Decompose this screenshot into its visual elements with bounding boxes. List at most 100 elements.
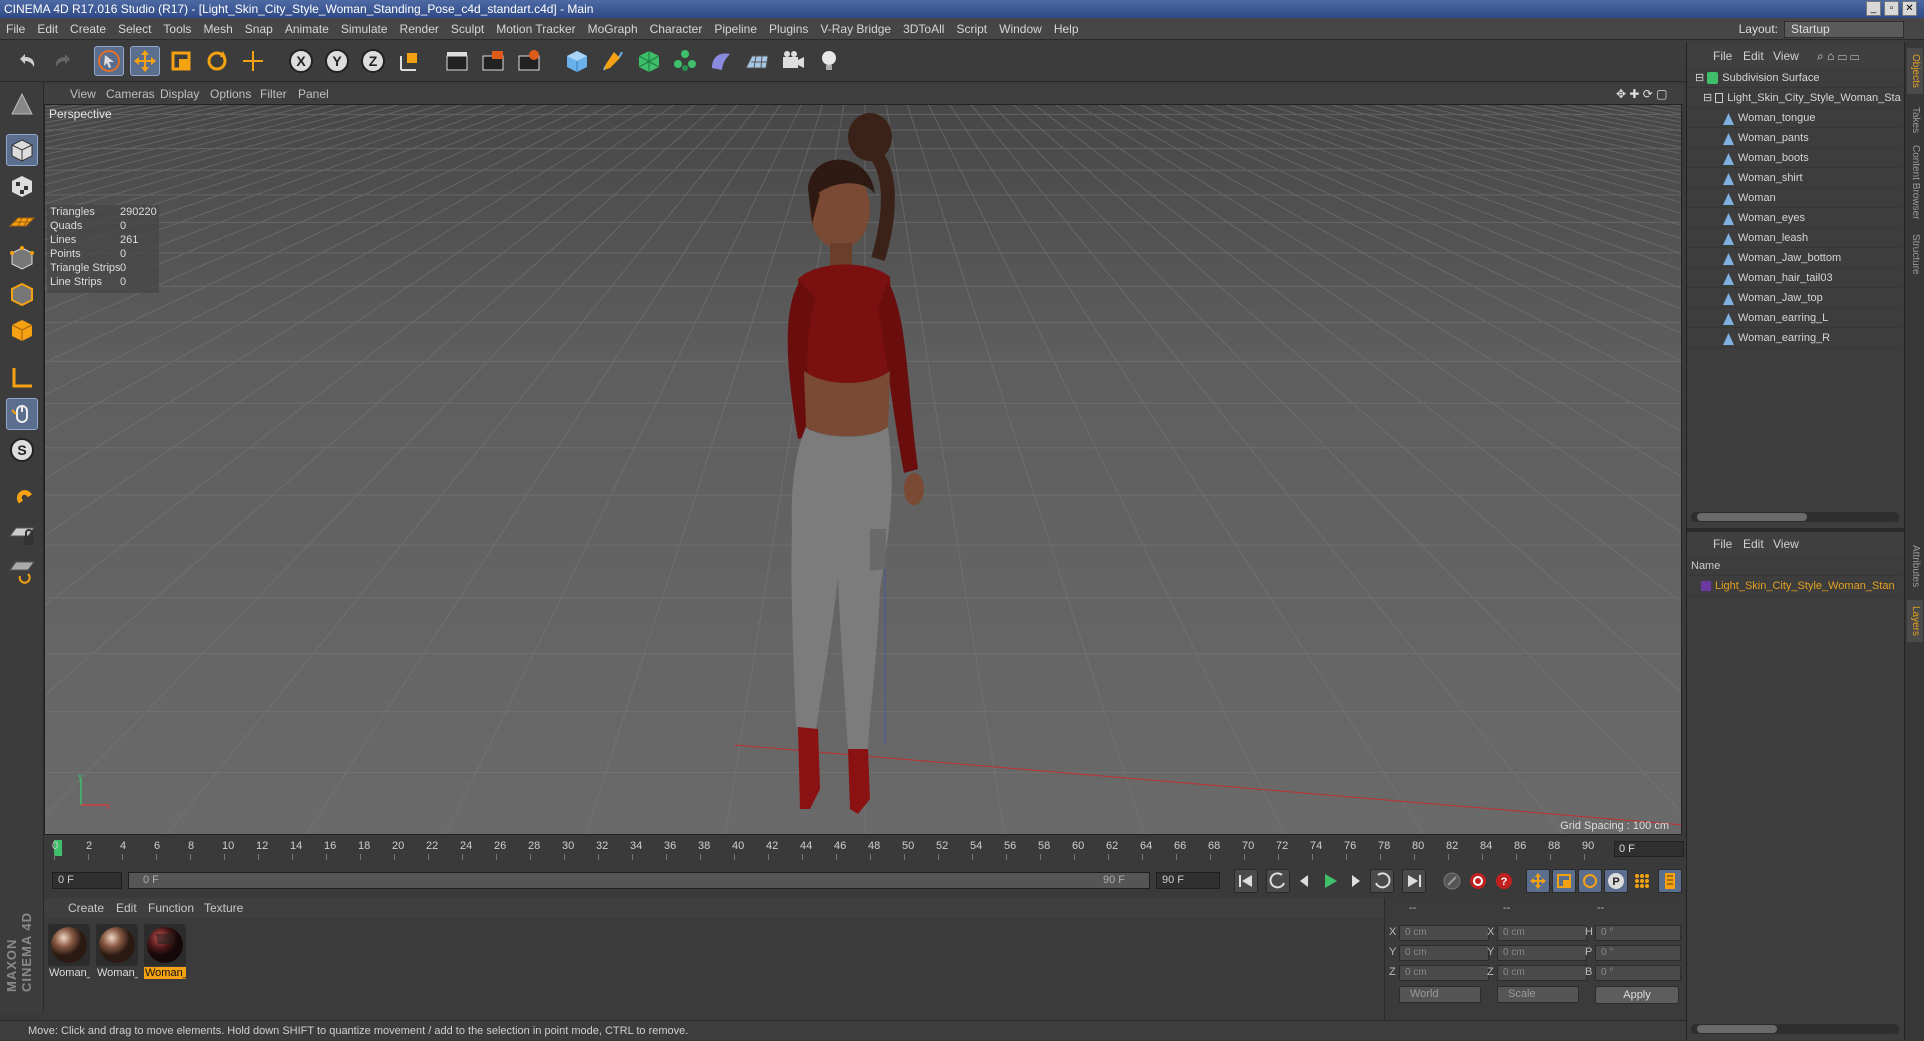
key-position-icon[interactable] [1526, 869, 1550, 893]
menu-create[interactable]: Create [64, 18, 112, 40]
material-swatch[interactable]: Woman_ [48, 924, 90, 982]
objects-menu-edit[interactable]: Edit [1743, 46, 1764, 66]
workplane-mode-icon[interactable] [6, 554, 38, 586]
solo-icon[interactable]: S [6, 434, 38, 466]
tree-item-object[interactable]: Woman_pants [1687, 128, 1901, 148]
menu-mograph[interactable]: MoGraph [582, 18, 644, 40]
tab-content-browser[interactable]: Content Browser [1907, 142, 1923, 222]
objects-menu-file[interactable]: File [1713, 46, 1732, 66]
material-menu-texture[interactable]: Texture [204, 898, 243, 918]
tree-item-object[interactable]: Woman_eyes [1687, 208, 1901, 228]
material-menu-function[interactable]: Function [148, 898, 194, 918]
add-object-icon[interactable] [238, 46, 268, 76]
coordinate-mode-dropdown[interactable]: World [1399, 986, 1481, 1003]
layout-dropdown[interactable]: Startup [1784, 21, 1904, 38]
texture-mode-icon[interactable] [6, 170, 38, 202]
menu-select[interactable]: Select [112, 18, 157, 40]
tree-item-subdivision-surface[interactable]: ⊟ Subdivision Surface [1687, 68, 1901, 88]
workplane-icon[interactable] [6, 206, 38, 238]
tree-item-object[interactable]: Woman_hair_tail03 [1687, 268, 1901, 288]
tree-item-object[interactable]: Woman_shirt [1687, 168, 1901, 188]
tree-item-object[interactable]: Woman_earring_R [1687, 328, 1901, 348]
viewport-menu-filter[interactable]: Filter [260, 84, 287, 104]
tree-item-group[interactable]: ⊟ Light_Skin_City_Style_Woman_Sta [1687, 88, 1901, 108]
position-x-field[interactable]: 0 cm [1399, 925, 1489, 941]
material-swatch-selected[interactable]: Woman_ [144, 924, 186, 982]
viewport-menu-view[interactable]: View [70, 84, 96, 104]
render-picture-viewer-icon[interactable] [478, 46, 508, 76]
light-icon[interactable] [814, 46, 844, 76]
tree-item-object[interactable]: Woman_leash [1687, 228, 1901, 248]
menu-help[interactable]: Help [1048, 18, 1085, 40]
key-scale-icon[interactable] [1552, 869, 1576, 893]
model-mode-icon[interactable] [6, 134, 38, 166]
size-mode-dropdown[interactable]: Scale [1497, 986, 1579, 1003]
tab-attributes[interactable]: Attributes [1907, 536, 1923, 596]
coordinate-system-icon[interactable] [394, 46, 424, 76]
key-pla-icon[interactable] [1630, 869, 1654, 893]
move-icon[interactable] [130, 46, 160, 76]
tree-item-object[interactable]: Woman_earring_L [1687, 308, 1901, 328]
size-z-field[interactable]: 0 cm [1497, 965, 1587, 981]
axis-mode-icon[interactable] [6, 362, 38, 394]
minimize-button[interactable]: _ [1866, 1, 1881, 16]
expand-toggle-icon[interactable]: ⊟ [1703, 92, 1715, 104]
mograph-cloner-icon[interactable] [670, 46, 700, 76]
menu-mesh[interactable]: Mesh [197, 18, 238, 40]
size-x-field[interactable]: 0 cm [1497, 925, 1587, 941]
menu-3dtoall[interactable]: 3DToAll [897, 18, 950, 40]
menu-render[interactable]: Render [394, 18, 445, 40]
snap-icon[interactable] [6, 478, 38, 510]
menu-character[interactable]: Character [644, 18, 709, 40]
menu-pipeline[interactable]: Pipeline [708, 18, 763, 40]
layer-manager-scrollbar[interactable] [1691, 1024, 1899, 1034]
keyframe-selection-icon[interactable]: ? [1492, 869, 1516, 893]
rotation-b-field[interactable]: 0 ° [1595, 965, 1681, 981]
layer-item[interactable]: Light_Skin_City_Style_Woman_Stan [1687, 576, 1901, 596]
layers-menu-view[interactable]: View [1773, 534, 1799, 554]
menu-script[interactable]: Script [950, 18, 993, 40]
deformer-icon[interactable] [706, 46, 736, 76]
end-frame-field[interactable]: 90 F [1156, 872, 1220, 889]
subdivision-icon[interactable] [634, 46, 664, 76]
make-editable-icon[interactable] [6, 88, 38, 120]
apply-button[interactable]: Apply [1595, 986, 1679, 1004]
menu-tools[interactable]: Tools [157, 18, 197, 40]
y-axis-icon[interactable]: Y [322, 46, 352, 76]
material-menu-create[interactable]: Create [68, 898, 104, 918]
menu-motion-tracker[interactable]: Motion Tracker [490, 18, 581, 40]
close-button[interactable]: ✕ [1902, 1, 1917, 16]
current-frame-field[interactable]: 0 F [1614, 841, 1684, 857]
start-frame-field[interactable]: 0 F [52, 872, 122, 889]
object-manager-scrollbar[interactable] [1691, 512, 1899, 522]
viewport-menu-options[interactable]: Options [210, 84, 251, 104]
render-settings-icon[interactable] [514, 46, 544, 76]
menu-snap[interactable]: Snap [239, 18, 279, 40]
tweak-mode-icon[interactable] [6, 398, 38, 430]
record-keys-icon[interactable] [1440, 869, 1464, 893]
layers-menu-edit[interactable]: Edit [1743, 534, 1764, 554]
edges-mode-icon[interactable] [6, 278, 38, 310]
camera-icon[interactable] [778, 46, 808, 76]
menu-plugins[interactable]: Plugins [763, 18, 814, 40]
go-to-start-icon[interactable] [1234, 869, 1258, 893]
menu-file[interactable]: File [0, 18, 31, 40]
menu-edit[interactable]: Edit [31, 18, 64, 40]
viewport-menu-panel[interactable]: Panel [298, 84, 329, 104]
material-menu-edit[interactable]: Edit [116, 898, 137, 918]
key-rotation-icon[interactable] [1578, 869, 1602, 893]
rotation-h-field[interactable]: 0 ° [1595, 925, 1681, 941]
rotation-p-field[interactable]: 0 ° [1595, 945, 1681, 961]
polygons-mode-icon[interactable] [6, 314, 38, 346]
position-z-field[interactable]: 0 cm [1399, 965, 1489, 981]
viewport-menu-display[interactable]: Display [160, 84, 199, 104]
next-key-icon[interactable] [1370, 869, 1394, 893]
next-frame-icon[interactable] [1344, 869, 1368, 893]
floor-icon[interactable] [742, 46, 772, 76]
go-to-end-icon[interactable] [1402, 869, 1426, 893]
viewport-navigation-icons[interactable]: ✥ ✚ ⟳ ▢ [1616, 84, 1668, 104]
undo-icon[interactable] [12, 46, 42, 76]
play-icon[interactable] [1318, 869, 1342, 893]
objects-menu-view[interactable]: View [1773, 46, 1799, 66]
tree-item-object[interactable]: Woman [1687, 188, 1901, 208]
